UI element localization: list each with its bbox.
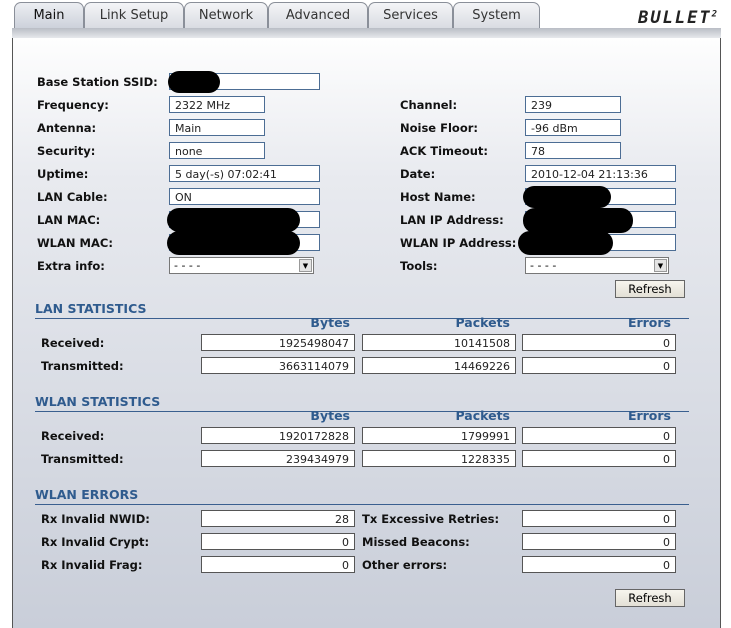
lan-value-field: 10141508 [362,334,516,351]
error-value-field: 0 [522,556,676,573]
channel-label: Channel: [400,98,458,112]
refresh-button[interactable]: Refresh [615,280,685,298]
column-header-2: Errors [627,408,671,423]
lan-value-field: 1925498047 [201,334,355,351]
lan-value-field: 0 [522,334,676,351]
error-label: Missed Beacons: [362,535,470,549]
uptime-label: Uptime: [37,167,89,181]
chevron-down-icon: ▼ [299,259,312,272]
wlan-value-field: 1228335 [362,450,516,467]
antenna-field: Main [169,119,265,136]
tab-network[interactable]: Network [184,2,268,28]
channel-field: 239 [525,96,621,113]
column-header-0: Bytes [310,408,350,423]
wlan-errors-section-title: WLAN ERRORS [35,487,689,505]
refresh-bottom-button[interactable]: Refresh [615,589,685,607]
ssid-label: Base Station SSID: [37,75,158,89]
redaction [523,186,611,208]
date-label: Date: [400,167,436,181]
chevron-down-icon: ▼ [654,259,667,272]
error-label: Other errors: [362,558,448,572]
extra-info-value: - - - - [174,259,201,272]
lan-mac-label: LAN MAC: [37,213,101,227]
lan-row-label: Received: [41,336,105,350]
lan-cable-label: LAN Cable: [37,190,108,204]
column-header-0: Bytes [310,315,350,330]
host-name-label: Host Name: [400,190,476,204]
wlan-row-label: Transmitted: [41,452,124,466]
error-label: Rx Invalid Frag: [41,558,143,572]
ack-timeout-field: 78 [525,142,621,159]
error-label: Rx Invalid Crypt: [41,535,150,549]
date-field: 2010-12-04 21:13:36 [525,165,676,182]
wlan-value-field: 1920172828 [201,427,355,444]
lan-value-field: 3663114079 [201,357,355,374]
lan-cable-field: ON [169,188,320,205]
column-header-1: Packets [455,408,510,423]
antenna-label: Antenna: [37,121,97,135]
tools-label: Tools: [400,259,438,273]
frequency-label: Frequency: [37,98,109,112]
error-label: Rx Invalid NWID: [41,512,150,526]
error-value-field: 0 [201,556,355,573]
ack-timeout-label: ACK Timeout: [400,144,489,158]
error-value-field: 0 [522,533,676,550]
redaction [523,208,633,233]
security-label: Security: [37,144,96,158]
wlan-row-label: Received: [41,429,105,443]
wlan-value-field: 0 [522,450,676,467]
redaction [518,231,613,255]
security-field: none [169,142,265,159]
noise-floor-field: -96 dBm [525,119,621,136]
error-value-field: 28 [201,510,355,527]
tab-main[interactable]: Main [14,2,84,31]
lan-value-field: 0 [522,357,676,374]
panel-top-bar [12,28,721,38]
extra-info-select[interactable]: - - - - ▼ [169,257,314,274]
lan-ip-label: LAN IP Address: [400,213,504,227]
frequency-field: 2322 MHz [169,96,265,113]
error-value-field: 0 [522,510,676,527]
logo-sup: 2 [711,9,719,20]
wlan-mac-label: WLAN MAC: [37,236,113,250]
column-header-1: Packets [455,315,510,330]
redaction [167,231,300,255]
error-value-field: 0 [201,533,355,550]
tools-select[interactable]: - - - - ▼ [525,257,669,274]
lan-value-field: 14469226 [362,357,516,374]
logo-text: BULLET [638,8,712,28]
extra-info-label: Extra info: [37,259,105,273]
wlan-value-field: 239434979 [201,450,355,467]
error-label: Tx Excessive Retries: [362,512,500,526]
tab-link-setup[interactable]: Link Setup [84,2,184,28]
column-header-2: Errors [627,315,671,330]
redaction [167,208,300,232]
redaction [168,71,220,93]
uptime-field: 5 day(-s) 07:02:41 [169,165,320,182]
tab-services[interactable]: Services [368,2,453,28]
tools-value: - - - - [530,259,557,272]
lan-row-label: Transmitted: [41,359,124,373]
tab-system[interactable]: System [453,2,540,28]
bullet-logo: BULLET2 [638,8,719,28]
wlan-value-field: 1799991 [362,427,516,444]
wlan-ip-label: WLAN IP Address: [400,236,517,250]
wlan-value-field: 0 [522,427,676,444]
noise-floor-label: Noise Floor: [400,121,478,135]
tab-advanced[interactable]: Advanced [268,2,368,28]
